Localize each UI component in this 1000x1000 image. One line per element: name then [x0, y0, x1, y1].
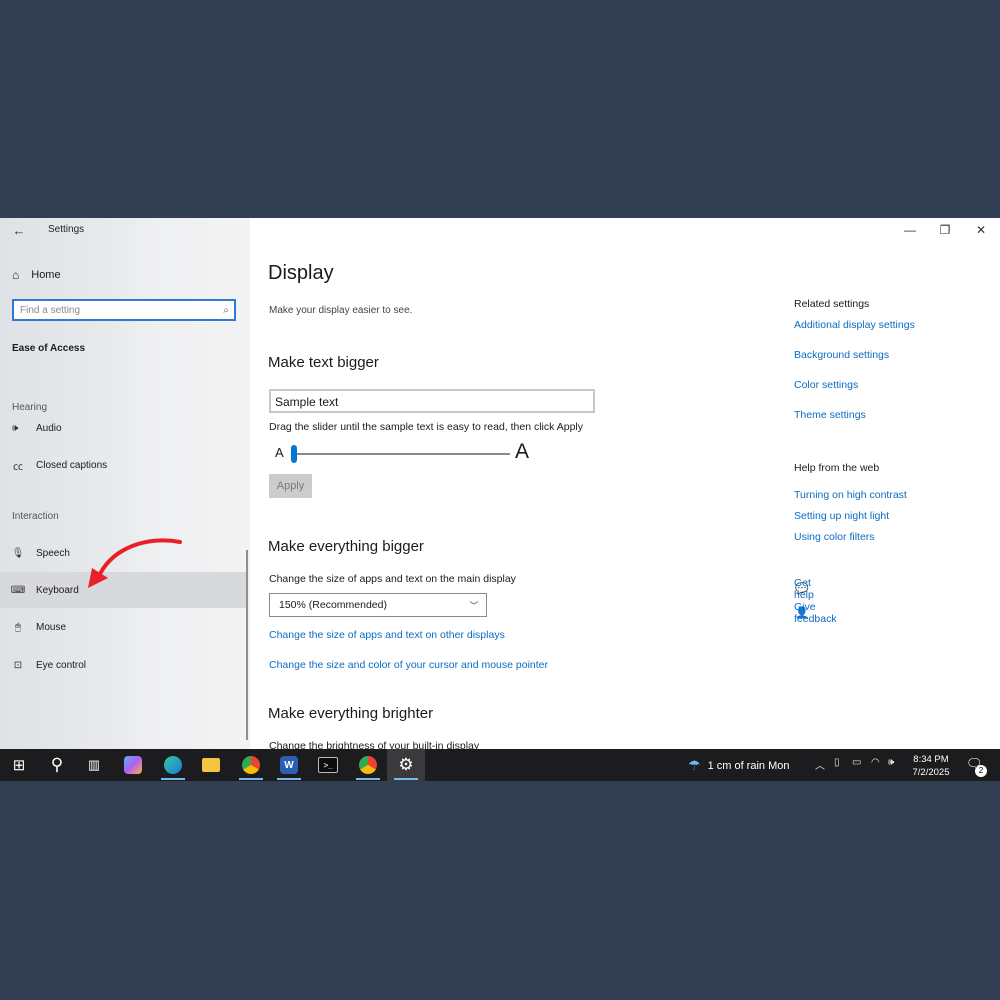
back-arrow-icon[interactable]: ← — [10, 222, 28, 240]
related-settings-heading: Related settings — [794, 298, 870, 310]
chrome-icon — [242, 756, 260, 774]
sidebar-item-label: Keyboard — [36, 584, 79, 596]
sidebar: ← Settings ⌂ Home ⌕ Ease of Access Heari… — [0, 218, 250, 749]
sample-text-box: Sample text — [269, 389, 595, 413]
page-subtitle: Make your display easier to see. — [269, 305, 413, 316]
get-help-link[interactable]: Get help — [794, 577, 818, 601]
copilot-icon — [124, 756, 142, 774]
search-box[interactable]: ⌕ — [12, 299, 236, 321]
get-help-row[interactable]: 💬 Get help — [794, 577, 818, 601]
search-input[interactable] — [14, 301, 218, 319]
tray-app-icon[interactable]: ▯ — [834, 757, 840, 768]
heading-text-bigger: Make text bigger — [268, 354, 379, 371]
home-label: Home — [31, 269, 61, 281]
scale-description: Change the size of apps and text on the … — [269, 573, 516, 585]
clock-time: 8:34 PM — [913, 754, 949, 765]
audio-icon: 🕪 — [12, 422, 19, 434]
word-icon: W — [280, 756, 298, 774]
link-background-settings[interactable]: Background settings — [794, 349, 889, 361]
volume-icon[interactable]: 🕪 — [888, 757, 894, 768]
sidebar-item-audio[interactable]: 🕪 Audio — [0, 419, 246, 437]
sidebar-item-eye-control[interactable]: ⊡ Eye control — [0, 647, 246, 683]
sidebar-item-label: Speech — [36, 547, 70, 559]
taskbar-terminal[interactable]: >_ — [309, 749, 347, 781]
notification-count-badge: 2 — [975, 765, 987, 777]
link-theme-settings[interactable]: Theme settings — [794, 409, 866, 421]
gear-icon: ⚙ — [398, 755, 414, 774]
link-high-contrast[interactable]: Turning on high contrast — [794, 489, 907, 501]
link-night-light[interactable]: Setting up night light — [794, 510, 889, 522]
link-additional-display-settings[interactable]: Additional display settings — [794, 319, 915, 331]
task-view-button[interactable]: ▥ — [75, 749, 113, 781]
link-color-settings[interactable]: Color settings — [794, 379, 858, 391]
group-label-hearing: Hearing — [12, 402, 48, 413]
search-icon: ⚲ — [50, 755, 64, 774]
chevron-down-icon: ﹀ — [469, 600, 479, 611]
give-feedback-row[interactable]: 👤 Give feedback — [794, 601, 837, 625]
sidebar-item-label: Closed captions — [36, 459, 108, 471]
wifi-icon[interactable]: ◠ — [871, 757, 880, 768]
related-settings-panel: Related settings Additional display sett… — [794, 218, 994, 749]
terminal-icon: >_ — [318, 757, 338, 773]
taskbar-chrome[interactable] — [232, 749, 270, 781]
mouse-icon: 🖱 — [15, 621, 21, 633]
slider-max-label: A — [515, 440, 530, 463]
sidebar-scrollbar[interactable] — [246, 550, 248, 740]
taskbar-settings[interactable]: ⚙ — [387, 749, 425, 781]
app-title: Settings — [48, 224, 85, 235]
link-cursor-pointer[interactable]: Change the size and color of your cursor… — [269, 659, 548, 671]
search-icon[interactable]: ⌕ — [218, 305, 234, 316]
taskbar-chrome-profile[interactable] — [349, 749, 387, 781]
text-size-slider-track[interactable] — [294, 453, 510, 455]
main-content: Display Make your display easier to see.… — [268, 218, 788, 752]
settings-window: ← Settings ⌂ Home ⌕ Ease of Access Heari… — [0, 218, 1000, 781]
sidebar-item-label: Audio — [36, 422, 62, 434]
sidebar-item-mouse[interactable]: 🖱 Mouse — [0, 609, 246, 645]
taskbar-edge[interactable] — [154, 749, 192, 781]
annotation-arrow-icon — [88, 538, 182, 588]
windows-logo-icon: ⊞ — [12, 757, 26, 774]
taskbar-copilot[interactable] — [114, 749, 152, 781]
folder-icon — [202, 758, 220, 772]
weather-text: 1 cm of rain Mon — [707, 759, 790, 772]
heading-brighter: Make everything brighter — [268, 705, 434, 722]
keyboard-icon: ⌨ — [10, 584, 26, 596]
sidebar-item-label: Eye control — [36, 659, 87, 671]
battery-icon[interactable]: ▭ — [852, 757, 861, 768]
umbrella-rain-icon: ☂ — [688, 757, 701, 773]
help-from-web-heading: Help from the web — [794, 462, 880, 474]
microphone-icon: 🎙 — [11, 547, 25, 559]
taskbar-word[interactable]: W — [270, 749, 308, 781]
captions-icon: ㏄ — [13, 461, 23, 473]
link-color-filters[interactable]: Using color filters — [794, 531, 875, 543]
link-other-displays[interactable]: Change the size of apps and text on othe… — [269, 629, 505, 641]
taskbar-search-button[interactable]: ⚲ — [38, 749, 76, 781]
taskbar-clock[interactable]: 8:34 PM 7/2/2025 — [906, 753, 956, 779]
home-nav-item[interactable]: ⌂ Home — [12, 266, 61, 284]
slider-description: Drag the slider until the sample text is… — [269, 421, 583, 433]
weather-widget[interactable]: ☂ 1 cm of rain Mon — [688, 757, 789, 774]
home-icon: ⌂ — [12, 268, 20, 282]
section-title: Ease of Access — [12, 343, 86, 354]
slider-min-label: A — [275, 445, 284, 460]
taskbar: ⊞ ⚲ ▥ W >_ ⚙ ☂ 1 cm of rain Mon ︿ ▯ ▭ ◠ … — [0, 749, 1000, 781]
text-size-slider-thumb[interactable] — [291, 445, 297, 463]
task-view-icon: ▥ — [87, 757, 101, 772]
clock-date: 7/2/2025 — [912, 767, 950, 778]
apply-button[interactable]: Apply — [269, 474, 312, 498]
taskbar-file-explorer[interactable] — [192, 749, 230, 781]
start-button[interactable]: ⊞ — [0, 749, 38, 781]
eye-control-icon: ⊡ — [13, 659, 23, 671]
group-label-interaction: Interaction — [12, 511, 59, 522]
scale-dropdown[interactable]: 150% (Recommended) ﹀ — [269, 593, 487, 617]
chrome-icon — [359, 756, 377, 774]
heading-everything-bigger: Make everything bigger — [268, 538, 424, 555]
page-title: Display — [268, 262, 334, 284]
edge-icon — [164, 756, 182, 774]
give-feedback-link[interactable]: Give feedback — [794, 601, 837, 625]
tray-chevron-up-icon[interactable]: ︿ — [815, 757, 825, 772]
sidebar-item-label: Mouse — [36, 621, 67, 633]
scale-dropdown-value: 150% (Recommended) — [279, 599, 387, 611]
sidebar-item-closed-captions[interactable]: ㏄ Closed captions — [0, 447, 246, 483]
